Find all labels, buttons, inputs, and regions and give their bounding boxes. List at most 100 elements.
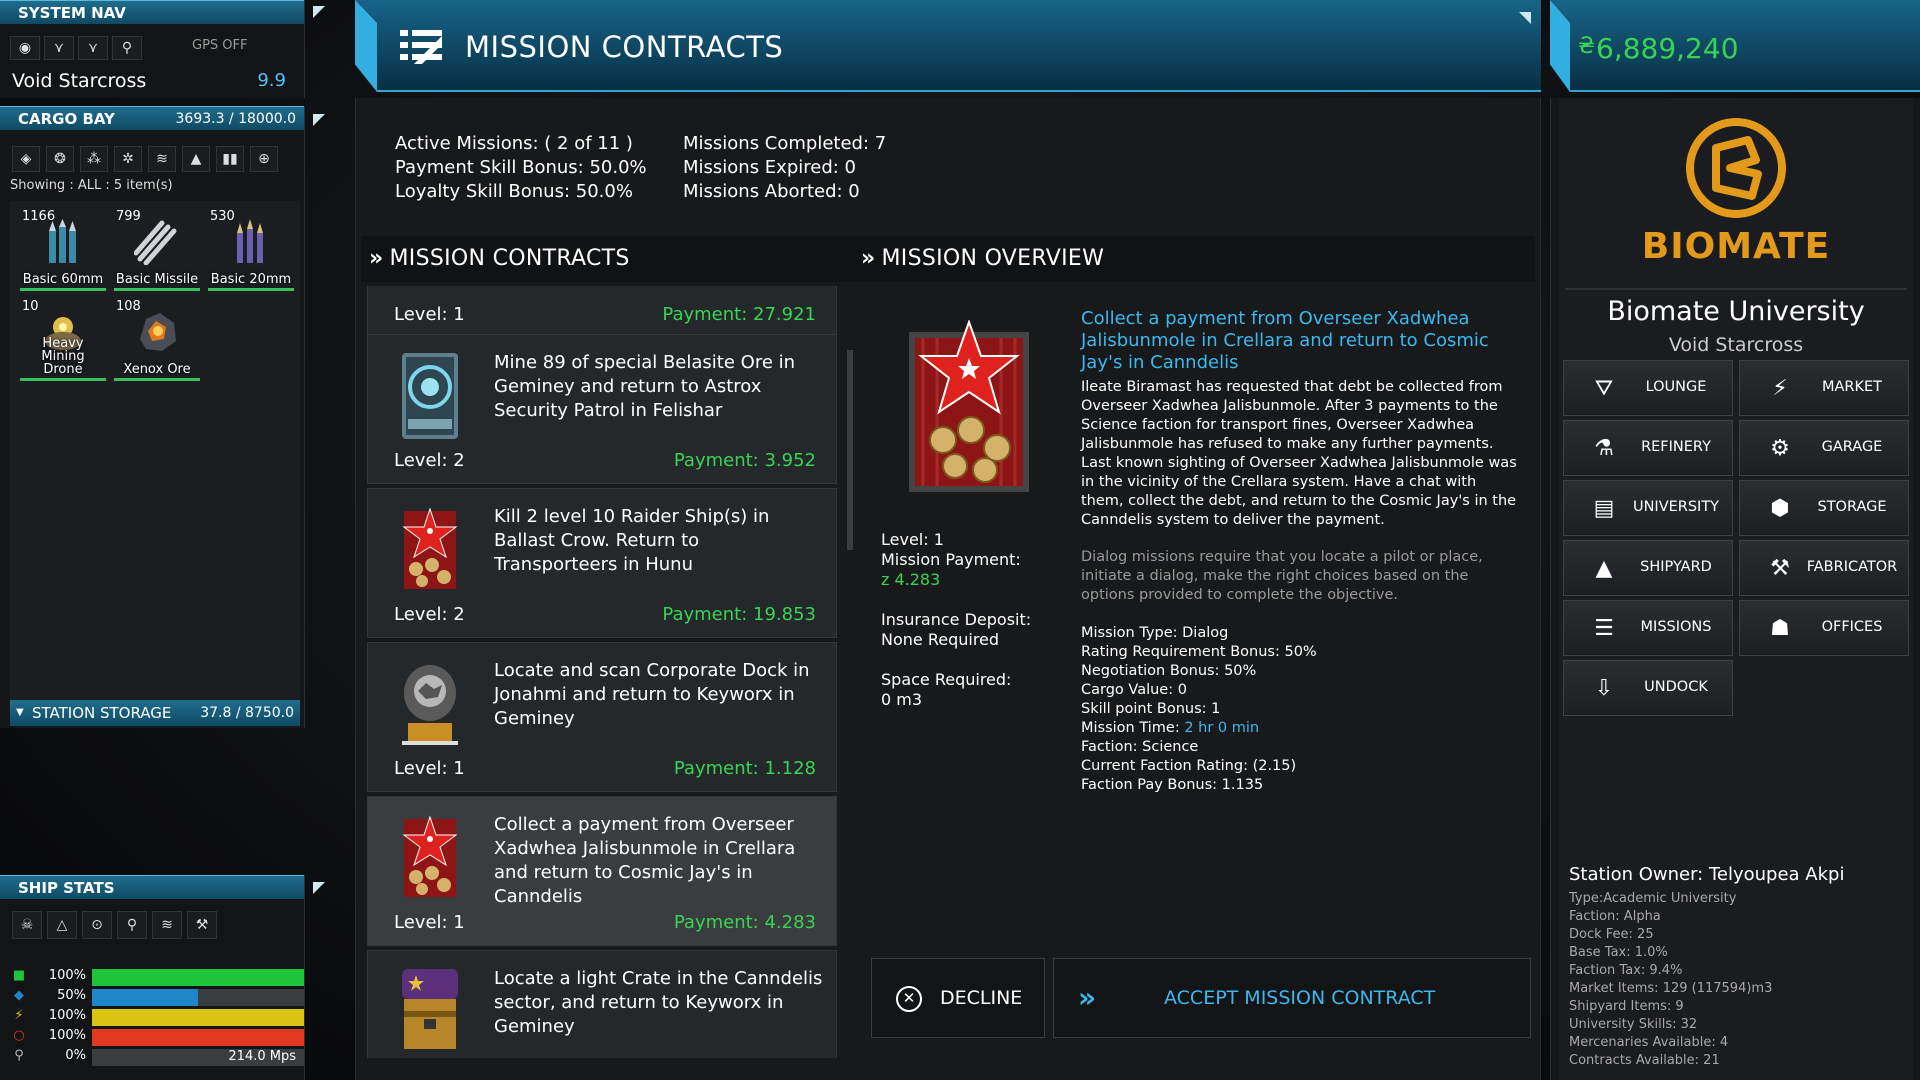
- mission-list[interactable]: Level: 1 Payment: 27.921 Mine 89 of spec…: [367, 286, 847, 1058]
- overview-space: Space Required: 0 m3: [881, 670, 1011, 710]
- cargo-item[interactable]: 108 Xenox Ore: [114, 299, 200, 381]
- missions-button[interactable]: ☰ MISSIONS: [1563, 600, 1733, 656]
- service-label: LOUNGE: [1645, 379, 1707, 395]
- lounge-icon: ⛛: [1594, 376, 1614, 401]
- target-icon[interactable]: ◉: [10, 36, 40, 60]
- credits-value: 6,889,240: [1596, 32, 1739, 65]
- station-info-list: Type:Academic University Faction: Alpha …: [1569, 890, 1772, 1070]
- mission-contracts-window: MISSION CONTRACTS Active Missions: ( 2 o…: [355, 0, 1541, 1080]
- university-button[interactable]: ▤ UNIVERSITY: [1563, 480, 1733, 536]
- ship-icon[interactable]: △: [47, 911, 77, 939]
- collapse-arrow-icon[interactable]: [313, 6, 325, 18]
- mission-payment: Payment: 1.128: [673, 758, 816, 779]
- stat-pct: 50%: [57, 988, 86, 1003]
- collapse-arrow-icon[interactable]: [313, 114, 325, 126]
- item-label: Basic 60mm: [22, 272, 104, 287]
- refinery-button[interactable]: ⚗ REFINERY: [1563, 420, 1733, 476]
- collapse-arrow-icon[interactable]: [313, 882, 325, 894]
- scanner-icon[interactable]: ⚲: [117, 911, 147, 939]
- missions-expired: Missions Expired: 0: [683, 157, 857, 178]
- cargo-icon[interactable]: ≋: [152, 911, 182, 939]
- mission-card-selected[interactable]: Collect a payment from Overseer Xadwhea …: [367, 796, 837, 946]
- item-label: Heavy Mining Drone: [41, 336, 85, 377]
- missions-aborted: Missions Aborted: 0: [683, 181, 860, 202]
- cargo-item[interactable]: 10 Heavy Mining Drone: [20, 299, 106, 381]
- filter-mining-icon[interactable]: ⁂: [80, 146, 108, 172]
- refinery-icon: ⚗: [1594, 436, 1614, 461]
- mission-card[interactable]: Locate a light Crate in the Canndelis se…: [367, 950, 837, 1058]
- accept-mission-button[interactable]: » ACCEPT MISSION CONTRACT: [1053, 958, 1531, 1038]
- station-storage-bar[interactable]: ▼ STATION STORAGE 37.8 / 8750.0: [10, 700, 300, 726]
- item-label: Xenox Ore: [123, 362, 191, 377]
- mission-level: Level: 1: [394, 758, 465, 779]
- gps-status[interactable]: GPS OFF: [192, 38, 248, 53]
- cargo-bay-header: CARGO BAY 3693.3 / 18000.0: [0, 106, 304, 130]
- mission-time-line: Mission Time: 2 hr 0 min: [1081, 720, 1260, 736]
- filter-stack-icon[interactable]: ≋: [148, 146, 176, 172]
- filter-add-icon[interactable]: ⊕: [250, 146, 278, 172]
- stat-bar: [92, 969, 304, 986]
- bullet-ammo-icon: [40, 219, 86, 265]
- lounge-button[interactable]: ⛛ LOUNGE: [1563, 360, 1733, 416]
- storage-button[interactable]: ⬢ STORAGE: [1739, 480, 1909, 536]
- service-label: REFINERY: [1641, 439, 1711, 455]
- mission-payment: Payment: 3.952: [673, 450, 816, 471]
- detail-line: Faction Pay Bonus: 1.135: [1081, 777, 1264, 793]
- item-label: Basic Missile: [115, 272, 199, 287]
- market-button[interactable]: ⚡ MARKET: [1739, 360, 1909, 416]
- shipyard-button[interactable]: ▲ SHIPYARD: [1563, 540, 1733, 596]
- tools-icon[interactable]: ⚒: [187, 911, 217, 939]
- stat-pct: 0%: [65, 1048, 86, 1063]
- mission-list-scrollbar[interactable]: [847, 350, 853, 550]
- undock-button[interactable]: ⇩ UNDOCK: [1563, 660, 1733, 716]
- waypoint-icon[interactable]: ⚲: [112, 36, 142, 60]
- cargo-capacity: 3693.3 / 18000.0: [175, 111, 297, 127]
- service-label: UNIVERSITY: [1632, 499, 1720, 515]
- station-info: Faction Tax: 9.4%: [1569, 963, 1683, 978]
- overview-section-header: » MISSION OVERVIEW: [861, 246, 1105, 271]
- item-label: Basic 20mm: [210, 272, 292, 287]
- filter-drones-icon[interactable]: ✲: [114, 146, 142, 172]
- missions-icon: ☰: [1594, 616, 1614, 641]
- service-label: OFFICES: [1821, 619, 1883, 635]
- overview-level-payment: Level: 1 Mission Payment: z 4.283: [881, 530, 1021, 590]
- system-nav-header: SYSTEM NAV: [0, 0, 304, 24]
- pilot-icon[interactable]: ☠: [12, 911, 42, 939]
- mission-level: Level: 2: [394, 604, 465, 625]
- mission-description: Kill 2 level 10 Raider Ship(s) in Ballas…: [494, 506, 770, 575]
- corporate-badge-icon: [398, 661, 462, 747]
- station-info: Type:Academic University: [1569, 891, 1737, 906]
- page-title: MISSION CONTRACTS: [465, 30, 784, 64]
- mission-level: Level: 1: [394, 304, 465, 325]
- route-icon[interactable]: ⋎: [44, 36, 74, 60]
- cargo-item[interactable]: 530 Basic 20mm: [208, 209, 294, 291]
- cargo-item[interactable]: 799 Basic Missile: [114, 209, 200, 291]
- overview-insurance: Insurance Deposit: None Required: [881, 610, 1031, 650]
- cargo-item[interactable]: 1166 Basic 60mm: [20, 209, 106, 291]
- credits-bar: ₴ 6,889,240: [1550, 0, 1920, 92]
- stat-row-energy: ⚡ 100%: [12, 1007, 304, 1026]
- mission-card[interactable]: Mine 89 of special Belasite Ore in Gemin…: [367, 334, 837, 484]
- garage-button[interactable]: ⚙ GARAGE: [1739, 420, 1909, 476]
- decline-button[interactable]: ✕ DECLINE: [871, 958, 1045, 1038]
- filter-all-icon[interactable]: ◈: [12, 146, 40, 172]
- filter-ore-icon[interactable]: ❂: [46, 146, 74, 172]
- filter-missile-icon[interactable]: ▲: [182, 146, 210, 172]
- energy-stat-icon: ⚡: [14, 1008, 24, 1023]
- filter-ammo-icon[interactable]: ▮▮: [216, 146, 244, 172]
- mission-card[interactable]: Level: 1 Payment: 27.921: [367, 286, 837, 338]
- shield-stat-icon: ■: [12, 968, 26, 983]
- close-circle-icon: ✕: [896, 986, 922, 1012]
- mission-card[interactable]: Kill 2 level 10 Raider Ship(s) in Ballas…: [367, 488, 837, 638]
- collapse-arrow-icon[interactable]: [1519, 12, 1531, 24]
- offices-button[interactable]: ☗ OFFICES: [1739, 600, 1909, 656]
- system-name: Void Starcross: [12, 70, 147, 92]
- jump-icon[interactable]: ⋎: [78, 36, 108, 60]
- accept-label: ACCEPT MISSION CONTRACT: [1164, 987, 1436, 1009]
- fabricator-button[interactable]: ⚒ FABRICATOR: [1739, 540, 1909, 596]
- mission-card[interactable]: Locate and scan Corporate Dock in Jonahm…: [367, 642, 837, 792]
- chevron-right-icon: »: [861, 246, 876, 271]
- ship-stats-title: SHIP STATS: [18, 879, 115, 897]
- shield-icon[interactable]: ⊙: [82, 911, 112, 939]
- overview-level: Level: 1: [881, 530, 944, 549]
